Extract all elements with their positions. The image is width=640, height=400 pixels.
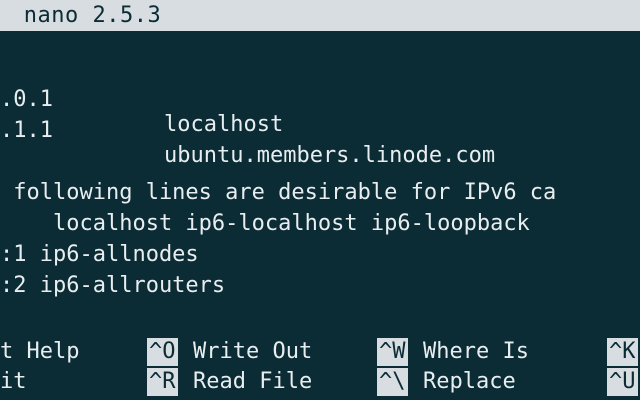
window-title: nano 2.5.3: [10, 3, 162, 28]
host-entry: :2 ip6-allrouters: [0, 273, 226, 298]
shortcut-uncut-text-key[interactable]: ^U: [607, 368, 638, 396]
host-aliases: localhost ip6-localhost ip6-loopback: [0, 211, 530, 236]
shortcut-exit-label[interactable]: it: [0, 368, 27, 396]
shortcut-write-out-label[interactable]: Write Out: [193, 338, 312, 366]
ip-address: .1.1: [0, 118, 53, 143]
nano-terminal: nano 2.5.3 .0.1 localhost .1.1 ubuntu.me…: [0, 0, 640, 400]
shortcut-replace-key[interactable]: ^\: [377, 368, 408, 396]
title-bar: nano 2.5.3: [0, 0, 640, 31]
hostname: localhost: [164, 112, 284, 137]
shortcut-get-help-label[interactable]: t Help: [0, 338, 79, 366]
shortcut-read-file-label[interactable]: Read File: [193, 368, 312, 396]
shortcut-where-is-label[interactable]: Where Is: [423, 338, 529, 366]
shortcut-cut-text-key[interactable]: ^K: [607, 338, 638, 366]
shortcut-replace-label[interactable]: Replace: [423, 368, 516, 396]
editor-line-6[interactable]: :2 ip6-allrouters: [0, 248, 225, 323]
comment-text: following lines are desirable for IPv6 c…: [0, 180, 557, 205]
hostname: ubuntu.members.linode.com: [164, 143, 496, 168]
shortcut-where-is-key[interactable]: ^W: [377, 338, 408, 366]
shortcut-read-file-key[interactable]: ^R: [147, 368, 178, 396]
shortcut-write-out-key[interactable]: ^O: [147, 338, 178, 366]
